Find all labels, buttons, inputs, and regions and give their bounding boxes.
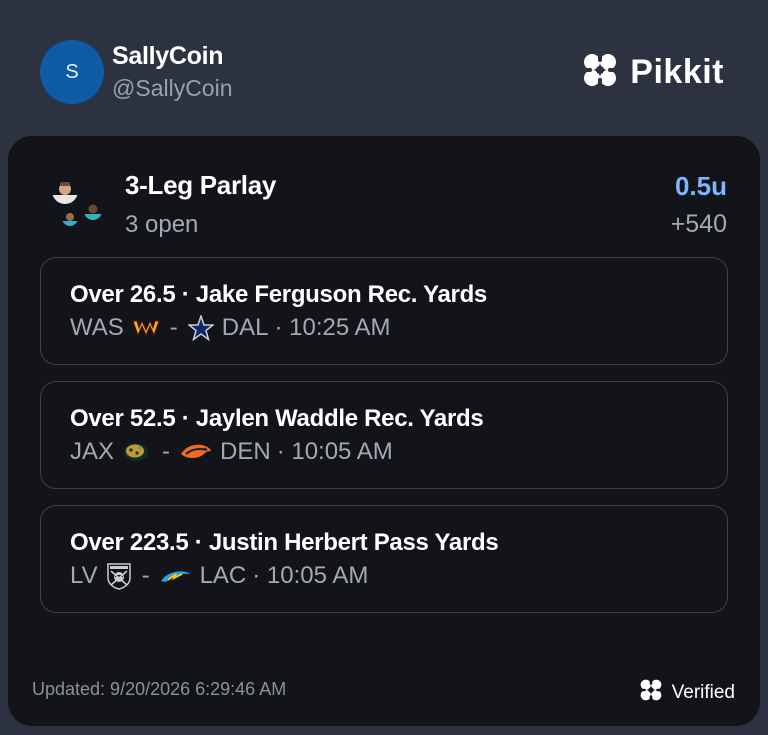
parlay-leg[interactable]: Over 52.5 · Jaylen Waddle Rec. Yards JAX… [40, 381, 728, 489]
user-name[interactable]: SallyCoin [112, 42, 224, 71]
avatar-letter: S [65, 60, 79, 83]
avatar[interactable]: S [40, 40, 104, 104]
raiders-logo [106, 562, 132, 590]
matchup-separator: - [141, 562, 150, 589]
brand-logo: Pikkit [580, 50, 724, 95]
player-headshot-2 [62, 210, 78, 226]
away-team: LV [70, 562, 98, 589]
parlay-odds: +540 [670, 210, 727, 238]
leg-matchup: WAS - DAL · 10:25 AM [70, 314, 391, 342]
game-time: · 10:05 AM [252, 562, 369, 589]
game-time: · 10:25 AM [274, 314, 391, 341]
player-headshots [46, 172, 106, 232]
parlay-leg[interactable]: Over 26.5 · Jake Ferguson Rec. Yards WAS… [40, 257, 728, 365]
leg-title: Over 26.5 · Jake Ferguson Rec. Yards [70, 281, 487, 308]
game-time: · 10:05 AM [276, 438, 393, 465]
matchup-separator: - [162, 438, 171, 465]
user-handle[interactable]: @SallyCoin [112, 75, 233, 102]
leg-title: Over 223.5 · Justin Herbert Pass Yards [70, 529, 499, 556]
bet-share-screen: S SallyCoin @SallyCoin Pikkit 3-Leg Parl… [0, 0, 768, 735]
away-team: WAS [70, 314, 124, 341]
commanders-logo [132, 318, 160, 338]
leg-title: Over 52.5 · Jaylen Waddle Rec. Yards [70, 405, 484, 432]
parlay-title: 3-Leg Parlay [125, 170, 277, 200]
home-team: LAC [199, 562, 247, 589]
units-amount: 0.5u [674, 171, 727, 201]
updated-timestamp: Updated: 9/20/2026 6:29:46 AM [32, 679, 287, 699]
away-team: JAX [70, 438, 115, 465]
parlay-leg[interactable]: Over 223.5 · Justin Herbert Pass Yards L… [40, 505, 728, 613]
player-headshot-3 [84, 202, 102, 220]
cowboys-logo [187, 315, 214, 341]
header: S SallyCoin @SallyCoin Pikkit [0, 0, 768, 136]
leg-matchup: LV - LAC · 10:05 AM [70, 562, 368, 590]
chargers-logo [160, 568, 192, 584]
jaguars-logo [122, 441, 152, 463]
verified-badge: Verified [638, 677, 735, 709]
home-team: DEN [220, 438, 271, 465]
home-team: DAL [221, 314, 269, 341]
broncos-logo [180, 442, 212, 462]
matchup-separator: - [169, 314, 178, 341]
clover-icon [580, 50, 620, 95]
leg-matchup: JAX - DEN · 10:05 AM [70, 438, 393, 466]
verified-label: Verified [671, 682, 735, 703]
parlay-status: 3 open [125, 211, 199, 238]
player-headshot-1 [52, 178, 78, 204]
clover-icon [638, 677, 664, 709]
brand-name: Pikkit [630, 52, 724, 91]
